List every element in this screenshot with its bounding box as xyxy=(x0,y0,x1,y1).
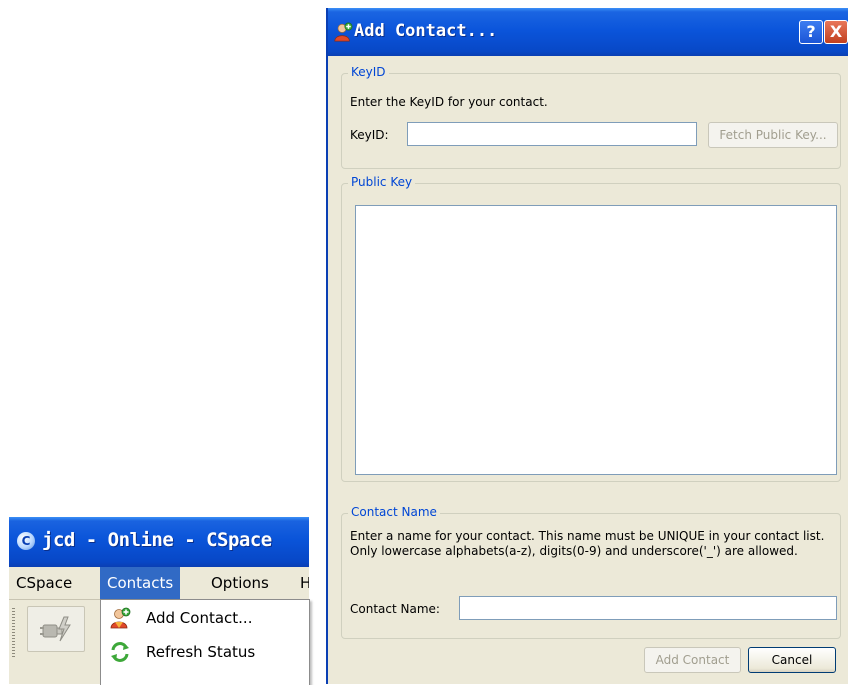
keyid-group: KeyID xyxy=(341,65,841,169)
go-online-button[interactable] xyxy=(27,606,85,652)
menu-item-label: Refresh Status xyxy=(146,643,256,661)
keyid-input[interactable] xyxy=(407,122,697,146)
menu-contacts[interactable]: Contacts xyxy=(100,567,181,599)
add-contact-icon xyxy=(334,22,353,42)
cancel-button[interactable]: Cancel xyxy=(748,647,836,673)
help-button[interactable]: ? xyxy=(799,20,823,44)
main-window-title: jcd - Online - CSpace xyxy=(42,529,272,551)
public-key-group-legend: Public Key xyxy=(348,175,416,189)
menu-item-refresh-status[interactable]: Refresh Status xyxy=(101,635,309,669)
main-title-bar[interactable]: C jcd - Online - CSpace xyxy=(9,517,309,567)
close-button[interactable]: X xyxy=(824,20,848,44)
add-contact-icon xyxy=(110,607,131,629)
toolbar-grip[interactable] xyxy=(12,608,15,658)
public-key-textarea[interactable] xyxy=(355,205,837,475)
dialog-title-bar[interactable]: Add Contact... ? X xyxy=(328,8,848,56)
menu-item-add-contact[interactable]: Add Contact... xyxy=(101,601,309,635)
plug-lightning-icon xyxy=(40,616,71,642)
contact-name-group-legend: Contact Name xyxy=(348,505,440,519)
menu-options[interactable]: Options xyxy=(204,567,276,599)
keyid-instruction: Enter the KeyID for your contact. xyxy=(350,95,548,109)
menu-help[interactable]: H xyxy=(293,567,309,599)
add-contact-dialog: Add Contact... ? X KeyID Enter the KeyID… xyxy=(326,8,848,684)
contact-name-instruction: Enter a name for your contact. This name… xyxy=(350,529,825,558)
keyid-group-legend: KeyID xyxy=(348,65,389,79)
fetch-public-key-button[interactable]: Fetch Public Key... xyxy=(708,122,838,148)
contacts-dropdown-menu: Add Contact... Refresh Status xyxy=(100,599,310,685)
contact-name-label: Contact Name: xyxy=(350,602,440,616)
menu-cspace[interactable]: CSpace xyxy=(9,567,79,599)
cspace-app-icon: C xyxy=(17,532,35,550)
keyid-label: KeyID: xyxy=(350,128,389,142)
contact-name-input[interactable] xyxy=(459,596,837,620)
menu-item-label: Add Contact... xyxy=(146,609,253,627)
refresh-icon xyxy=(111,642,129,662)
menu-bar: CSpace Contacts Options H xyxy=(9,567,309,600)
add-contact-button[interactable]: Add Contact xyxy=(644,647,741,673)
dialog-title: Add Contact... xyxy=(354,21,498,41)
